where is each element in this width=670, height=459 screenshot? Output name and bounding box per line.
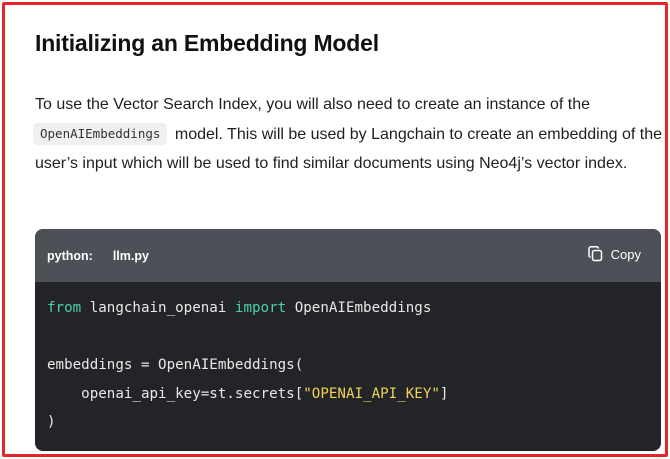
code-line-3: embeddings = OpenAIEmbeddings( <box>47 357 304 373</box>
code-line-4-post: ] <box>439 385 449 402</box>
code-line-5: ) <box>47 414 56 430</box>
code-module: langchain_openai <box>81 300 235 316</box>
code-string-literal: "OPENAI_API_KEY" <box>303 385 440 402</box>
copy-icon <box>587 246 603 262</box>
code-line-4-pre: openai_api_key=st.secrets[ <box>47 385 304 402</box>
code-line-1: from langchain_openai import OpenAIEmbed… <box>47 300 431 316</box>
code-language-label: python: <box>47 248 93 263</box>
highlight-frame: Initializing an Embedding Model To use t… <box>2 2 668 457</box>
copy-button-label: Copy <box>610 246 641 262</box>
code-content: from langchain_openai import OpenAIEmbed… <box>35 282 661 437</box>
inline-code-openaiembeddings: OpenAIEmbeddings <box>33 122 168 145</box>
keyword-from: from <box>47 300 82 316</box>
code-block: python: llm.py Copy from langchain_opena… <box>35 229 661 451</box>
code-line-4: openai_api_key=st.secrets["OPENAI_API_KE… <box>47 386 448 402</box>
code-filename: llm.py <box>112 248 149 263</box>
code-imported-name: OpenAIEmbeddings <box>286 300 432 316</box>
body-paragraph: To use the Vector Search Index, you will… <box>33 90 663 179</box>
paragraph-text-before: To use the Vector Search Index, you will… <box>35 96 591 113</box>
keyword-import: import <box>234 300 287 316</box>
code-block-header: python: llm.py Copy <box>35 229 661 282</box>
section-heading: Initializing an Embedding Model <box>35 30 379 56</box>
copy-button[interactable]: Copy <box>587 246 641 262</box>
